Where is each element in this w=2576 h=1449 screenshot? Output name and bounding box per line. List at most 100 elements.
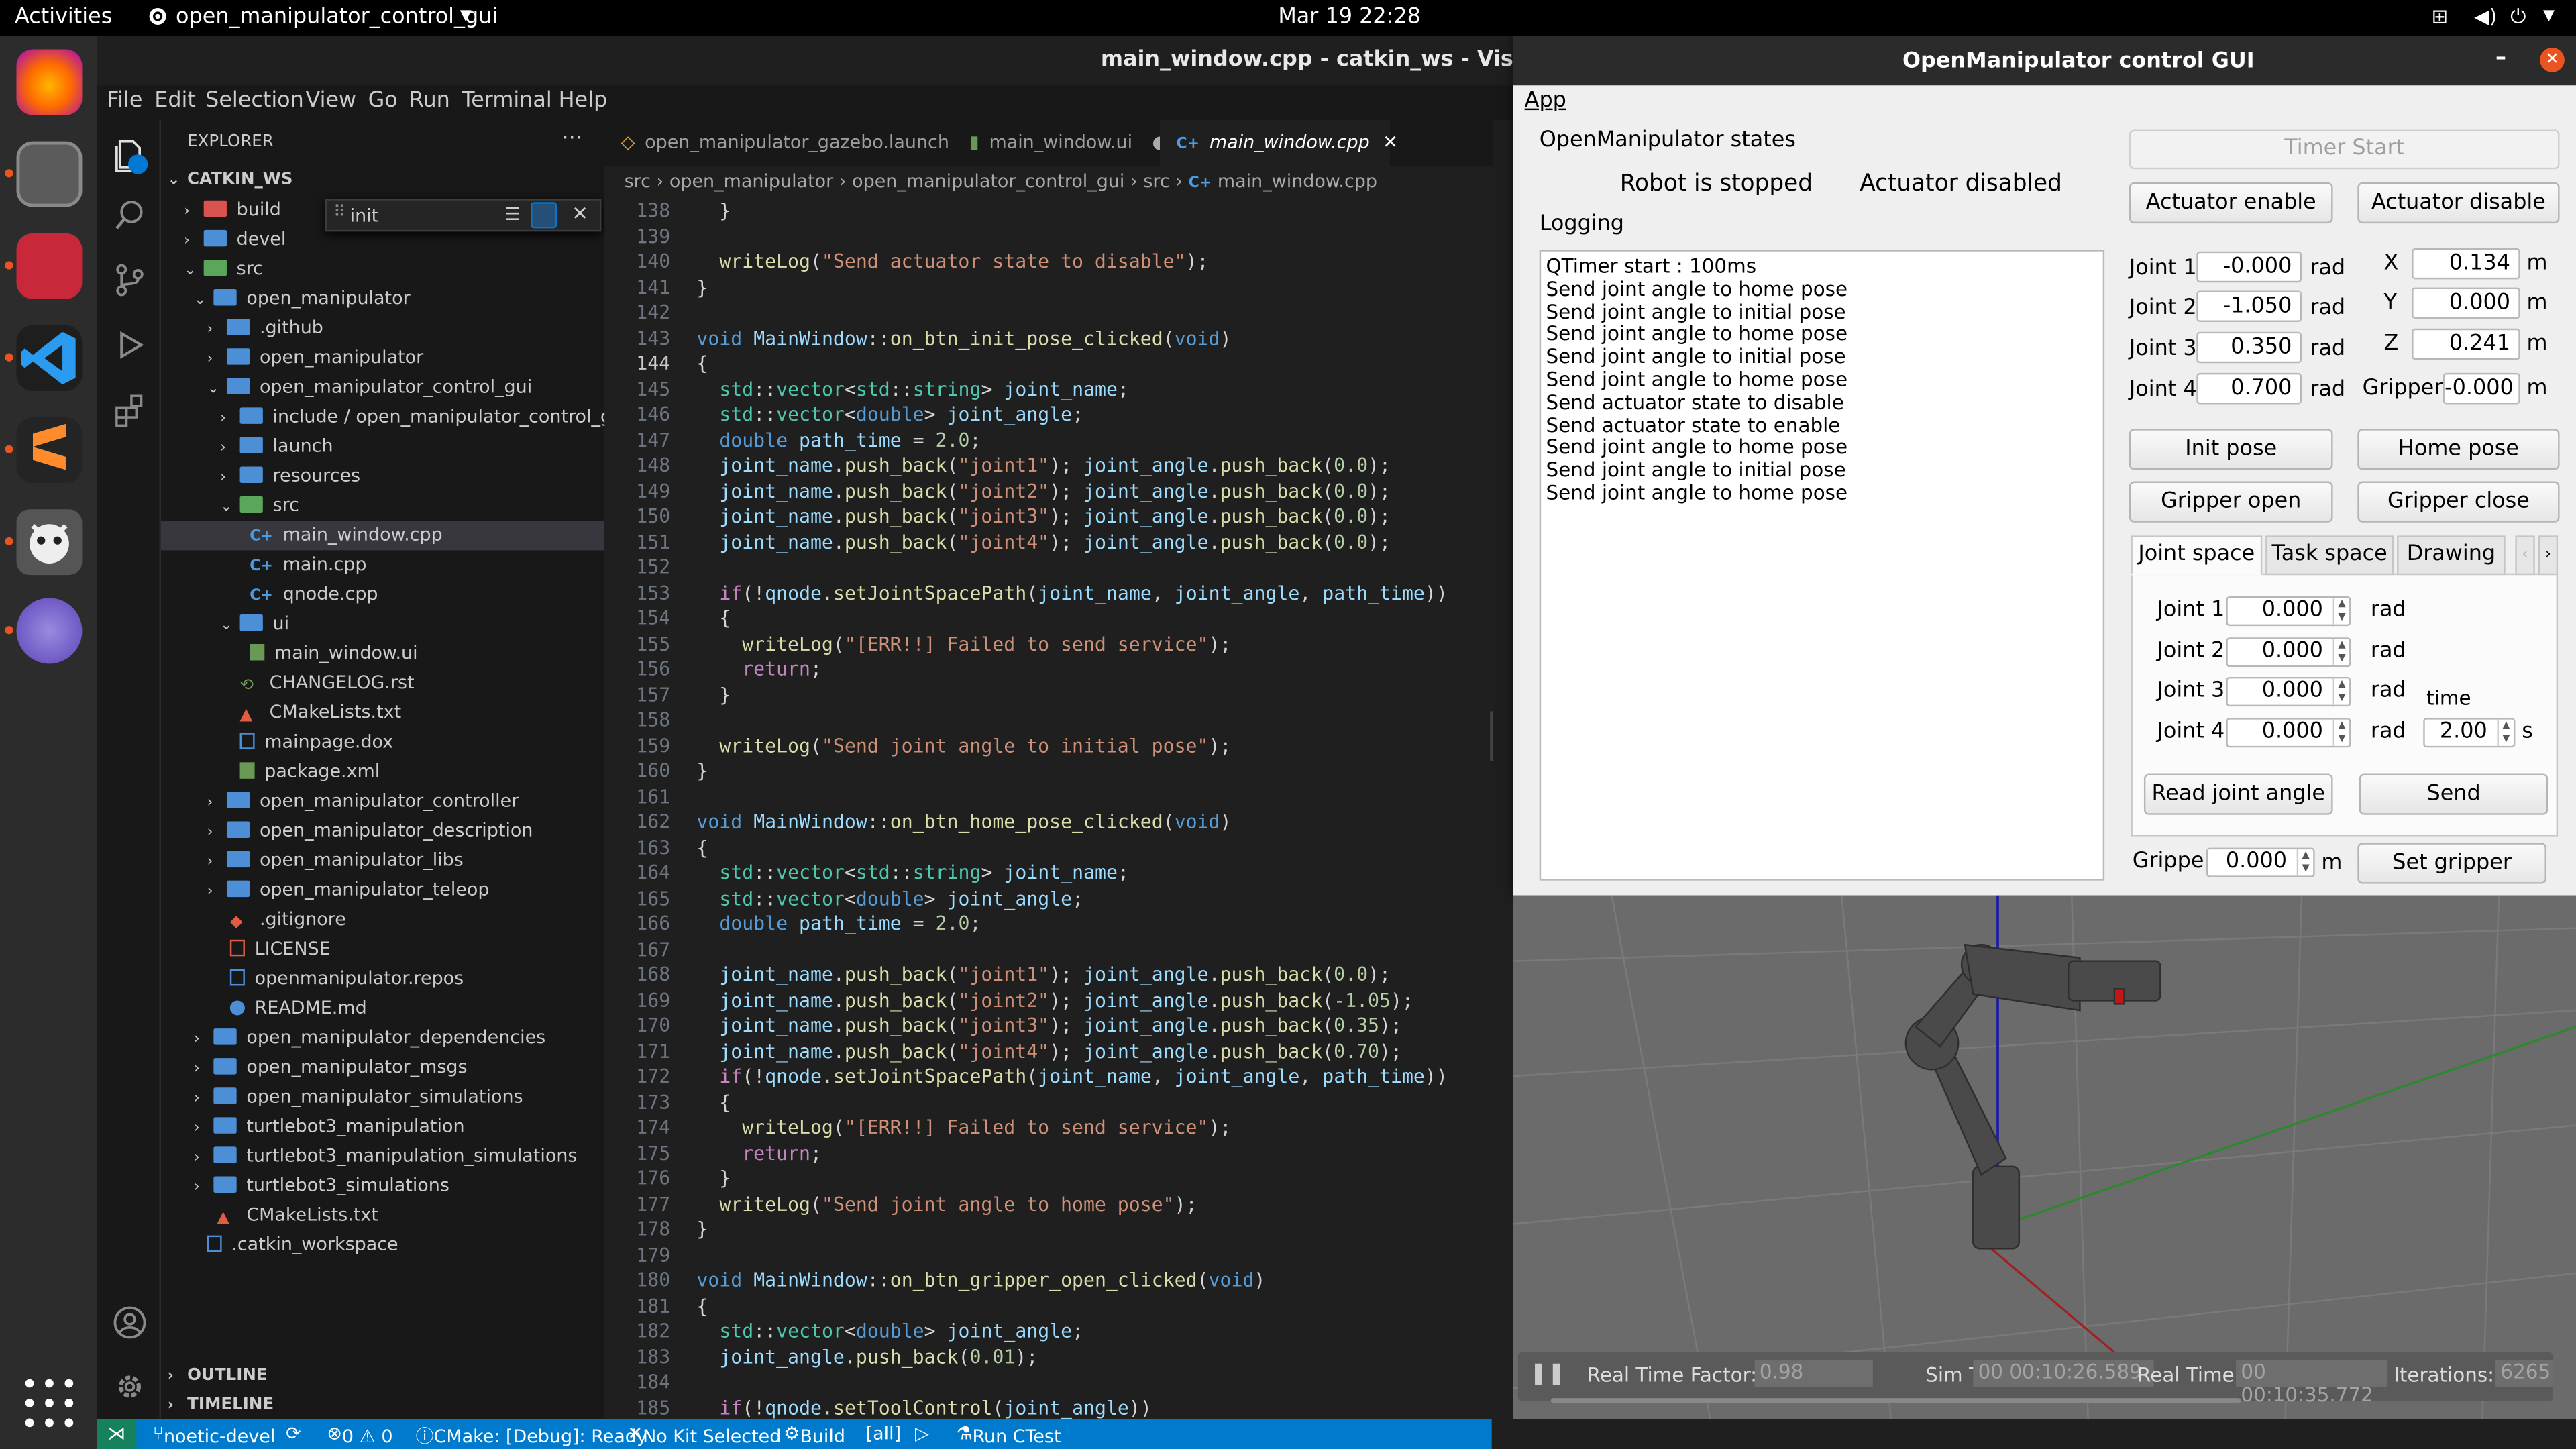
tree-item-main-window-cpp[interactable]: C+ main_window.cpp	[161, 521, 605, 551]
tree-item-tb3-manipulation-sim[interactable]: › turtlebot3_manipulation_simulations	[194, 1142, 577, 1171]
input-joint4-spinbox[interactable]: 0.000 ▲ ▼	[2226, 718, 2351, 748]
tree-item-libs[interactable]: › open_manipulator_libs	[207, 846, 464, 875]
sync-icon[interactable]: ⟳	[286, 1423, 301, 1444]
tree-item-include[interactable]: › include / open_manipulator_control_gui	[220, 402, 628, 432]
menu-view[interactable]: View	[306, 89, 357, 113]
tree-item-msgs[interactable]: › open_manipulator_msgs	[194, 1053, 468, 1083]
account-icon[interactable]	[112, 1305, 148, 1341]
gazebo-viewport[interactable]: ❚❚ Real Time Factor: 0.98 Sim Time: 00 0…	[1513, 895, 2576, 1420]
close-icon[interactable]: ✕	[2540, 48, 2565, 72]
git-branch[interactable]: ⑂ noetic-devel	[153, 1423, 276, 1448]
input-joint1-spinbox[interactable]: 0.000 ▲ ▼	[2226, 596, 2351, 627]
code-line[interactable]: std::vector<std::string> joint_name;	[696, 377, 1129, 402]
init-pose-button[interactable]: Init pose	[2129, 429, 2333, 470]
code-line[interactable]: std::vector<double> joint_angle;	[696, 402, 1083, 428]
code-line[interactable]: writeLog("Send joint angle to home pose"…	[696, 1192, 1197, 1218]
read-joint-angle-button[interactable]: Read joint angle	[2143, 773, 2333, 815]
input-joint2-spinbox[interactable]: 0.000 ▲ ▼	[2226, 637, 2351, 667]
menu-run[interactable]: Run	[409, 89, 450, 113]
power-icon[interactable]: ⏻	[2510, 5, 2526, 30]
tree-item-main-cpp[interactable]: C+ main.cpp	[250, 550, 366, 580]
fuzzy-match-toggle[interactable]	[531, 202, 557, 229]
input-joint3-spinbox[interactable]: 0.000 ▲ ▼	[2226, 676, 2351, 707]
code-line[interactable]: }	[696, 199, 731, 224]
code-line[interactable]: joint_name.push_back("joint4"); joint_an…	[696, 530, 1391, 555]
cmake-kit[interactable]: ✕ No Kit Selected	[628, 1423, 782, 1448]
cmake-status[interactable]: ⓘ CMake: [Debug]: Ready	[416, 1423, 647, 1449]
source-control-icon[interactable]	[112, 261, 148, 297]
gripper-open-button[interactable]: Gripper open	[2129, 481, 2333, 523]
search-icon[interactable]	[112, 197, 148, 233]
code-line[interactable]: std::vector<double> joint_angle;	[696, 886, 1083, 912]
code-line[interactable]: writeLog("Send actuator state to disable…	[696, 250, 1208, 275]
spin-arrows-icon[interactable]: ▲ ▼	[2332, 678, 2349, 705]
tree-item-open-manipulator-pkg[interactable]: › open_manipulator	[207, 343, 424, 373]
tree-item-ui[interactable]: ⌄ ui	[220, 610, 289, 639]
code-line[interactable]: writeLog("Send joint angle to initial po…	[696, 733, 1231, 759]
code-line[interactable]: if(!qnode.setJointSpacePath(joint_name, …	[696, 1065, 1447, 1090]
workspace-root[interactable]: ⌄ CATKIN_WS	[168, 166, 293, 195]
tree-item-launch[interactable]: › launch	[220, 432, 333, 462]
tab-main-window-cpp[interactable]: C+ main_window.cpp ✕	[1159, 119, 1398, 166]
rviz-icon[interactable]	[16, 598, 83, 664]
spin-arrows-icon[interactable]: ▲ ▼	[2497, 719, 2513, 746]
tree-item-readme[interactable]: README.md	[229, 994, 367, 1024]
remote-icon[interactable]: ⋊	[97, 1419, 137, 1449]
tree-item-license[interactable]: LICENSE	[229, 934, 331, 964]
code-line[interactable]: void MainWindow::on_btn_home_pose_clicke…	[696, 810, 1231, 835]
show-apps-icon[interactable]	[16, 1370, 82, 1436]
tree-item-open-manipulator[interactable]: ⌄ open_manipulator	[194, 284, 411, 314]
code-line[interactable]: joint_name.push_back("joint1"); joint_an…	[696, 453, 1391, 479]
code-line[interactable]: joint_name.push_back("joint1"); joint_an…	[696, 963, 1391, 988]
code-line[interactable]: std::vector<double> joint_angle;	[696, 1320, 1083, 1345]
tab-scroll-left-icon[interactable]: ‹	[2515, 535, 2535, 576]
close-icon[interactable]: ✕	[572, 202, 588, 225]
tree-item-controller[interactable]: › open_manipulator_controller	[207, 787, 519, 816]
code-line[interactable]: joint_name.push_back("joint4"); joint_an…	[696, 1039, 1402, 1065]
more-actions-icon[interactable]: ···	[562, 127, 582, 152]
menu-go[interactable]: Go	[368, 89, 398, 113]
code-line[interactable]: void MainWindow::on_btn_gripper_open_cli…	[696, 1269, 1265, 1294]
vscode-icon[interactable]	[16, 325, 83, 391]
volume-icon[interactable]: ◀)	[2474, 5, 2497, 28]
firefox-icon[interactable]	[16, 49, 83, 115]
home-pose-button[interactable]: Home pose	[2357, 429, 2560, 470]
menu-selection[interactable]: Selection	[205, 89, 304, 113]
code-line[interactable]: writeLog("[ERR!!] Failed to send service…	[696, 1116, 1231, 1141]
code-line[interactable]: joint_name.push_back("joint3"); joint_an…	[696, 504, 1391, 530]
menu-app[interactable]: App	[1525, 89, 1566, 113]
run-debug-icon[interactable]	[112, 327, 148, 363]
code-line[interactable]: double path_time = 2.0;	[696, 428, 981, 453]
menu-help[interactable]: Help	[559, 89, 608, 113]
tree-item-teleop[interactable]: › open_manipulator_teleop	[207, 875, 490, 905]
code-line[interactable]: if(!qnode.setToolControl(joint_angle))	[696, 1395, 1152, 1419]
code-line[interactable]: }	[696, 1218, 708, 1243]
outline-section[interactable]: › OUTLINE	[168, 1362, 268, 1391]
spin-arrows-icon[interactable]: ▲ ▼	[2332, 639, 2349, 665]
tree-item-resources[interactable]: › resources	[220, 462, 360, 491]
breadcrumb-item[interactable]: src	[625, 171, 651, 193]
terminator-icon[interactable]	[16, 233, 83, 299]
breadcrumb-item[interactable]: open_manipulator_control_gui	[852, 171, 1124, 193]
tree-item-root-cmakelists[interactable]: ▲ CMakeLists.txt	[217, 1201, 378, 1230]
cmake-build[interactable]: ⚙ Build	[784, 1423, 845, 1448]
tree-item-main-window-ui[interactable]: main_window.ui	[250, 639, 418, 669]
tab-scroll-right-icon[interactable]: ›	[2538, 535, 2559, 576]
actuator-enable-button[interactable]: Actuator enable	[2129, 182, 2333, 224]
code-line[interactable]: {	[696, 1294, 708, 1320]
code-line[interactable]: {	[696, 606, 731, 632]
pause-icon[interactable]: ❚❚	[1529, 1362, 1565, 1387]
code-line[interactable]: joint_name.push_back("joint2"); joint_an…	[696, 479, 1391, 504]
code-line[interactable]: std::vector<std::string> joint_name;	[696, 861, 1129, 886]
tree-item-package-xml[interactable]: package.xml	[239, 757, 380, 787]
spin-arrows-icon[interactable]: ▲ ▼	[2332, 598, 2349, 625]
tree-item-repos[interactable]: openmanipulator.repos	[229, 965, 464, 994]
tree-item-tb3-manipulation[interactable]: › turtlebot3_manipulation	[194, 1112, 465, 1142]
tree-item-gitignore[interactable]: ◆ .gitignore	[230, 905, 346, 934]
code-line[interactable]: joint_name.push_back("joint2"); joint_an…	[696, 988, 1413, 1014]
code-line[interactable]: return;	[696, 657, 822, 683]
run-ctest[interactable]: ⚗ Run CTest	[956, 1423, 1061, 1448]
tab-main-window-ui[interactable]: ▮main_window.ui●	[953, 120, 1168, 166]
tab-joint-space[interactable]: Joint space	[2131, 535, 2263, 576]
timer-start-button[interactable]: Timer Start	[2129, 129, 2560, 170]
